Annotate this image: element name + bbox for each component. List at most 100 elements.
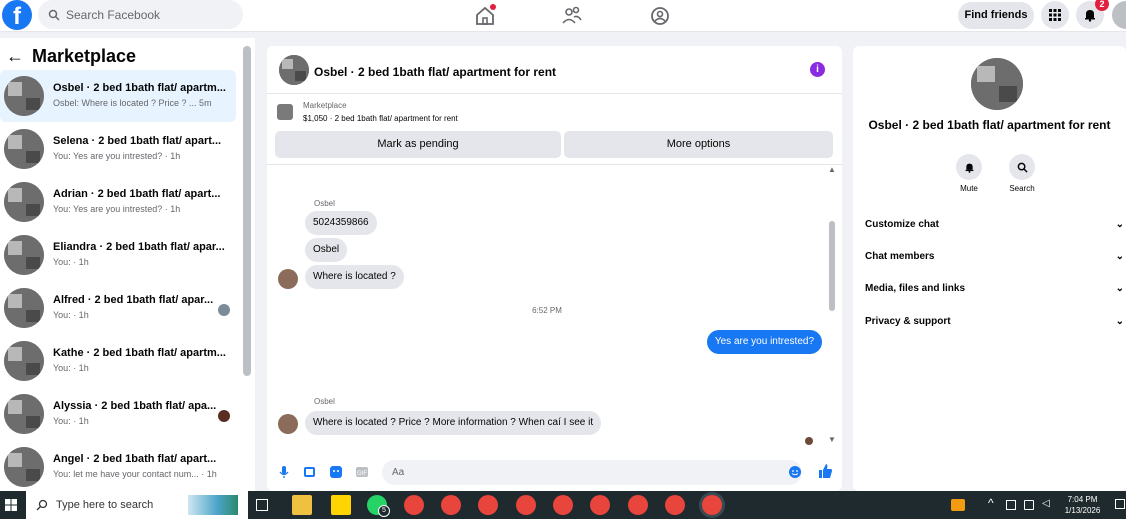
conversation-item-kathe[interactable]: Kathe · 2 bed 1bath flat/ apartm... You:… <box>0 335 236 387</box>
conversation-preview: You: let me have your contact num... · 1… <box>53 469 217 479</box>
chevron-down-icon: ⌄ <box>1115 283 1124 294</box>
message-scrollbar[interactable] <box>829 221 835 311</box>
like-icon[interactable] <box>817 463 833 479</box>
listing-price-title: $1,050 · 2 bed 1bath flat/ apartment for… <box>303 114 458 123</box>
search-icon <box>36 499 48 511</box>
mute-label: Mute <box>960 184 978 193</box>
chrome-active-icon[interactable] <box>702 495 722 515</box>
back-arrow-icon[interactable]: ← <box>6 46 24 66</box>
sender-avatar <box>278 269 298 289</box>
privacy-support-item[interactable]: Privacy & support ⌄ <box>865 316 1126 327</box>
photo-icon[interactable] <box>303 465 317 479</box>
microphone-icon[interactable] <box>277 465 291 479</box>
chrome-profile-icon[interactable] <box>665 495 685 515</box>
taskbar-search-placeholder: Type here to search <box>56 499 154 511</box>
svg-text:GIF: GIF <box>357 471 367 477</box>
page-title: Marketplace <box>32 46 137 66</box>
my-message-bubble: Yes are you intrested? <box>706 330 822 354</box>
scroll-down-arrow-icon[interactable]: ▼ <box>828 435 836 444</box>
mark-as-pending-button[interactable]: Mark as pending <box>275 131 561 158</box>
more-options-button[interactable]: More options <box>564 131 833 158</box>
whatsapp-badge: 5 <box>378 505 390 517</box>
chrome-profile-icon[interactable] <box>516 495 536 515</box>
search-icon <box>1017 162 1028 173</box>
chrome-profile-icon[interactable] <box>478 495 498 515</box>
conversation-name: Osbel · 2 bed 1bath flat/ apartm... <box>53 82 226 94</box>
chrome-profile-icon[interactable] <box>441 495 461 515</box>
scroll-up-arrow-icon[interactable]: ▲ <box>828 165 836 174</box>
conversation-name: Alfred · 2 bed 1bath flat/ apar... <box>53 294 214 306</box>
conversation-item-eliandra[interactable]: Eliandra · 2 bed 1bath flat/ apar... You… <box>0 229 236 281</box>
windows-start-icon[interactable] <box>5 499 17 511</box>
notification-center-icon[interactable] <box>1115 499 1125 509</box>
sticker-icon[interactable] <box>329 465 343 479</box>
conversation-list-scrollbar[interactable] <box>243 46 251 376</box>
chevron-down-icon: ⌄ <box>1115 316 1124 327</box>
chat-members-item[interactable]: Chat members ⌄ <box>865 251 1126 262</box>
windows-taskbar: Type here to search 5 ^ ◁ 7:04 PM 1/13/2… <box>0 491 1126 519</box>
conversation-item-osbel[interactable]: Osbel · 2 bed 1bath flat/ apartm... Osbe… <box>0 70 236 122</box>
taskbar-search-box[interactable]: Type here to search <box>26 491 248 519</box>
conversation-item-adrian[interactable]: Adrian · 2 bed 1bath flat/ apart... You:… <box>0 176 236 228</box>
system-clock[interactable]: 7:04 PM 1/13/2026 <box>1055 494 1110 516</box>
volume-icon[interactable]: ◁ <box>1042 498 1050 509</box>
chrome-profile-icon[interactable] <box>553 495 573 515</box>
customize-chat-label: Customize chat <box>865 219 939 230</box>
groups-icon[interactable] <box>648 4 672 28</box>
marketplace-conversation-list: ← Marketplace Osbel · 2 bed 1bath flat/ a… <box>0 38 255 491</box>
listing-profile-image[interactable] <box>971 58 1023 110</box>
emoji-icon[interactable] <box>788 465 802 479</box>
chrome-profile-icon[interactable] <box>628 495 648 515</box>
mute-button[interactable] <box>956 154 982 180</box>
grid-menu-icon <box>1049 9 1061 21</box>
listing-summary[interactable]: Marketplace $1,050 · 2 bed 1bath flat/ a… <box>275 98 834 128</box>
conversation-item-alyssia[interactable]: Alyssia · 2 bed 1bath flat/ apa... You: … <box>0 388 236 440</box>
customize-chat-item[interactable]: Customize chat ⌄ <box>865 219 1126 230</box>
read-receipt-avatar <box>218 304 230 316</box>
message-thread: ▲ Osbel 5024359866 Osbel Where is locate… <box>267 164 842 454</box>
media-files-links-label: Media, files and links <box>865 283 966 294</box>
conversation-preview: You: · 1h <box>53 363 89 373</box>
conversation-item-selena[interactable]: Selena · 2 bed 1bath flat/ apart... You:… <box>0 123 236 175</box>
message-bubble: 5024359866 <box>305 211 377 235</box>
chevron-down-icon: ⌄ <box>1115 219 1124 230</box>
file-explorer-icon[interactable] <box>292 495 312 515</box>
chrome-icon[interactable] <box>404 495 424 515</box>
conversation-name: Selena · 2 bed 1bath flat/ apart... <box>53 135 222 147</box>
message-sender-name: Osbel <box>314 397 335 406</box>
battery-icon[interactable] <box>1006 500 1016 510</box>
menu-button[interactable] <box>1041 1 1069 29</box>
profile-avatar[interactable] <box>1112 1 1126 29</box>
message-input[interactable]: Aa <box>382 460 802 485</box>
bell-icon <box>965 163 973 173</box>
conversation-item-alfred[interactable]: Alfred · 2 bed 1bath flat/ apar... You: … <box>0 282 236 334</box>
task-view-icon[interactable] <box>256 499 268 511</box>
home-icon[interactable] <box>473 4 497 28</box>
find-friends-button[interactable]: Find friends <box>958 2 1034 29</box>
sticky-notes-icon[interactable] <box>331 495 351 515</box>
search-in-conversation-button[interactable] <box>1009 154 1035 180</box>
chevron-down-icon: ⌄ <box>1115 251 1124 262</box>
message-timestamp: 6:52 PM <box>532 306 562 315</box>
weather-icon[interactable] <box>951 499 965 511</box>
info-icon[interactable]: i <box>810 62 825 77</box>
search-facebook-input[interactable]: Search Facebook <box>38 0 243 29</box>
conversation-preview: Osbel: Where is located ? Price ? ... 5m <box>53 98 212 108</box>
chat-title[interactable]: Osbel · 2 bed 1bath flat/ apartment for … <box>314 65 556 79</box>
tray-chevron-up-icon[interactable]: ^ <box>988 496 994 510</box>
friends-icon[interactable] <box>560 4 584 28</box>
chrome-profile-icon[interactable] <box>590 495 610 515</box>
listing-avatar[interactable] <box>279 55 309 85</box>
conversation-preview: You: · 1h <box>53 416 89 426</box>
message-bubble: Where is located ? Price ? More informat… <box>305 411 602 435</box>
gif-icon[interactable]: GIF <box>355 465 369 479</box>
conversation-preview: You: Yes are you intrested? · 1h <box>53 151 181 161</box>
conversation-item-angel[interactable]: Angel · 2 bed 1bath flat/ apart... You: … <box>0 441 236 493</box>
conversation-name: Adrian · 2 bed 1bath flat/ apart... <box>53 188 221 200</box>
media-files-links-item[interactable]: Media, files and links ⌄ <box>865 283 1126 294</box>
top-navigation-bar: f Search Facebook Find friends 2 <box>0 0 1126 32</box>
details-title: Osbel · 2 bed 1bath flat/ apartment for … <box>868 118 1111 132</box>
network-icon[interactable] <box>1024 500 1034 510</box>
facebook-logo[interactable]: f <box>2 0 32 30</box>
privacy-support-label: Privacy & support <box>865 316 951 327</box>
